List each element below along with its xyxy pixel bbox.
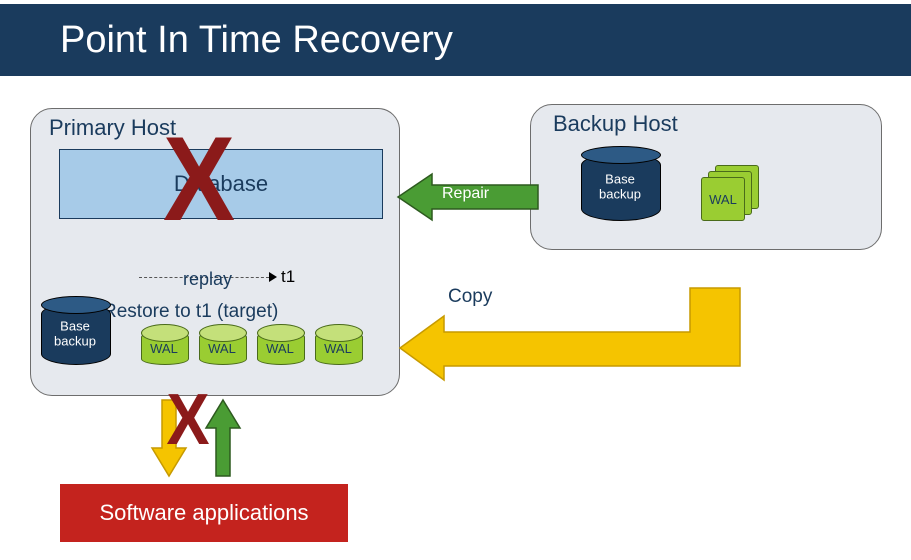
wal-cylinder: WAL [199,331,245,363]
wal-stack-label: WAL [701,177,745,221]
replay-label: replay [183,269,232,290]
diagram-stage: Point In Time Recovery Primary Host Data… [0,0,911,560]
wal-cylinder: WAL [315,331,361,363]
copy-arrow-icon [400,258,740,378]
primary-base-backup-cylinder: Base backup [41,303,109,363]
wal-cylinder: WAL [257,331,303,363]
wal-cylinder: WAL [141,331,187,363]
database-label: Database [174,171,268,197]
up-arrow-icon [206,400,240,478]
wal-label: WAL [141,341,187,356]
repair-arrow-label: Repair [442,185,489,203]
restore-label: Restore to t1 (target) [103,301,278,323]
backup-host-panel: Backup Host Base backup WAL [530,104,882,250]
down-arrow-icon [152,400,186,478]
slide-title-bar: Point In Time Recovery [0,4,911,76]
copy-arrow-label: Copy [448,286,492,308]
wal-label: WAL [257,341,303,356]
backup-base-backup-label: Base backup [581,173,659,203]
software-applications-label: Software applications [99,500,308,526]
primary-host-title: Primary Host [49,115,176,141]
t1-label: t1 [281,267,295,287]
t1-arrowhead-icon [269,272,277,282]
slide-title: Point In Time Recovery [60,19,453,62]
wal-label: WAL [199,341,245,356]
wal-label: WAL [315,341,361,356]
database-box: Database [59,149,383,219]
backup-base-backup-cylinder: Base backup [581,153,659,219]
primary-host-panel: Primary Host Database replay t1 Restore … [30,108,400,396]
primary-base-backup-label: Base backup [41,320,109,350]
backup-host-title: Backup Host [553,111,678,137]
software-applications-box: Software applications [60,484,348,542]
